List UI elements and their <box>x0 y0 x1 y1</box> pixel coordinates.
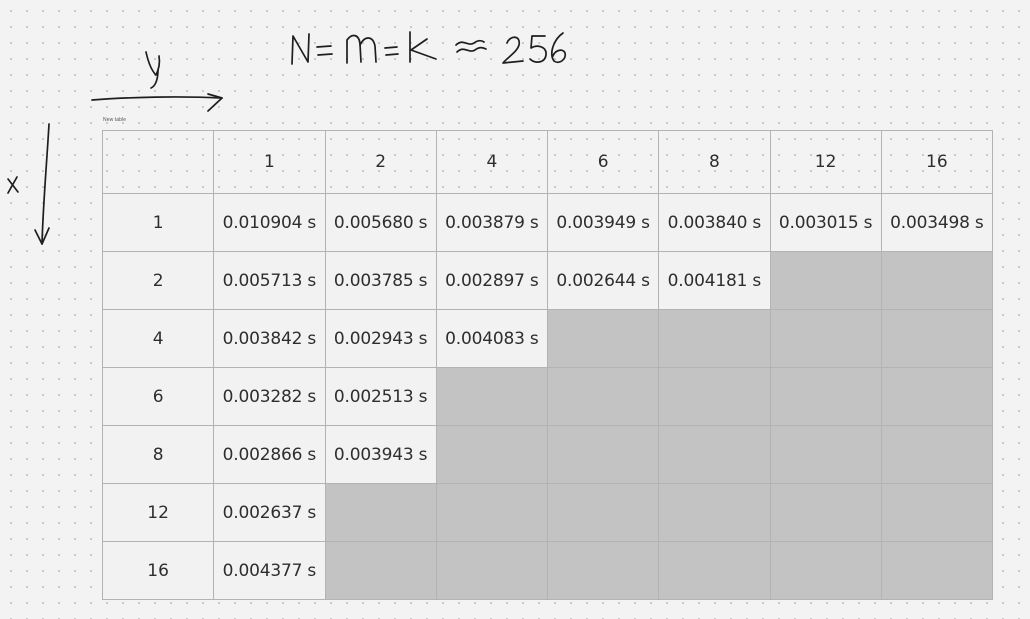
empty-cell[interactable] <box>880 251 994 310</box>
empty-cell[interactable] <box>880 367 994 426</box>
header-cell[interactable]: 1 <box>213 130 326 194</box>
empty-cell[interactable] <box>880 541 994 600</box>
empty-cell[interactable] <box>658 425 771 484</box>
value-cell[interactable]: 0.003842 s <box>213 309 326 368</box>
value-cell[interactable]: 0.003943 s <box>324 425 437 484</box>
empty-cell[interactable] <box>658 541 771 600</box>
empty-cell[interactable] <box>546 425 660 484</box>
value-cell[interactable]: 0.003949 s <box>546 193 660 252</box>
row-label-cell[interactable]: 2 <box>101 251 215 310</box>
empty-cell[interactable] <box>435 541 549 600</box>
empty-cell[interactable] <box>880 425 994 484</box>
timing-table[interactable]: 1 2 4 6 8 12 16 1 0.010904 s 0.005680 s 0.0… <box>101 130 994 600</box>
row-label-cell[interactable]: 12 <box>101 483 215 542</box>
table-row: 1 0.010904 s 0.005680 s 0.003879 s 0.003949 … <box>101 193 994 252</box>
empty-cell[interactable] <box>769 483 882 542</box>
value-cell[interactable]: 0.003785 s <box>324 251 437 310</box>
value-cell[interactable]: 0.002644 s <box>546 251 660 310</box>
value-cell[interactable]: 0.002943 s <box>324 309 437 368</box>
value-cell[interactable]: 0.002866 s <box>213 425 326 484</box>
row-label-cell[interactable]: 16 <box>101 541 215 600</box>
value-cell[interactable]: 0.005713 s <box>213 251 326 310</box>
table-row: 2 0.005713 s 0.003785 s 0.002897 s 0.002644 … <box>101 251 994 310</box>
empty-cell[interactable] <box>658 367 771 426</box>
value-cell[interactable]: 0.005680 s <box>324 193 437 252</box>
empty-cell[interactable] <box>769 309 882 368</box>
empty-cell[interactable] <box>769 367 882 426</box>
value-cell[interactable]: 0.002637 s <box>213 483 326 542</box>
value-cell[interactable]: 0.003498 s <box>880 193 994 252</box>
value-cell[interactable]: 0.002513 s <box>324 367 437 426</box>
empty-cell[interactable] <box>769 541 882 600</box>
empty-cell[interactable] <box>658 483 771 542</box>
table-row: 16 0.004377 s <box>101 541 994 600</box>
value-cell[interactable]: 0.004377 s <box>213 541 326 600</box>
value-cell[interactable]: 0.010904 s <box>213 193 326 252</box>
value-cell[interactable]: 0.002897 s <box>435 251 549 310</box>
empty-cell[interactable] <box>546 483 660 542</box>
value-cell[interactable]: 0.003879 s <box>435 193 549 252</box>
header-cell[interactable]: 12 <box>769 130 882 194</box>
value-cell[interactable]: 0.003282 s <box>213 367 326 426</box>
value-cell[interactable]: 0.003015 s <box>769 193 882 252</box>
y-axis-arrow[interactable] <box>91 51 223 112</box>
row-label-cell[interactable]: 1 <box>101 193 215 252</box>
header-cell[interactable]: 2 <box>324 130 437 194</box>
empty-cell[interactable] <box>546 541 660 600</box>
empty-cell[interactable] <box>546 309 660 368</box>
table-row: 8 0.002866 s 0.003943 s <box>101 425 994 484</box>
empty-cell[interactable] <box>880 309 994 368</box>
table-row: 12 0.002637 s <box>101 483 994 542</box>
empty-cell[interactable] <box>324 483 437 542</box>
handwritten-formula[interactable] <box>291 31 567 65</box>
value-cell[interactable]: 0.003840 s <box>658 193 771 252</box>
table-row: 4 0.003842 s 0.002943 s 0.004083 s <box>101 309 994 368</box>
table-title[interactable]: New table <box>103 117 126 123</box>
empty-cell[interactable] <box>435 483 549 542</box>
row-label-cell[interactable]: 8 <box>101 425 215 484</box>
header-cell[interactable]: 8 <box>658 130 771 194</box>
empty-cell[interactable] <box>435 425 549 484</box>
header-cell[interactable]: 6 <box>546 130 660 194</box>
value-cell[interactable]: 0.004181 s <box>658 251 771 310</box>
empty-cell[interactable] <box>769 425 882 484</box>
empty-cell[interactable] <box>435 367 549 426</box>
table-row: 6 0.003282 s 0.002513 s <box>101 367 994 426</box>
header-cell[interactable]: 16 <box>880 130 994 194</box>
x-axis-arrow[interactable] <box>7 123 50 245</box>
empty-cell[interactable] <box>546 367 660 426</box>
table-header-row: 1 2 4 6 8 12 16 <box>101 130 994 194</box>
row-label-cell[interactable]: 6 <box>101 367 215 426</box>
empty-cell[interactable] <box>324 541 437 600</box>
header-cell[interactable]: 4 <box>435 130 549 194</box>
row-label-cell[interactable]: 4 <box>101 309 215 368</box>
empty-cell[interactable] <box>880 483 994 542</box>
corner-cell[interactable] <box>101 130 215 194</box>
empty-cell[interactable] <box>769 251 882 310</box>
empty-cell[interactable] <box>658 309 771 368</box>
value-cell[interactable]: 0.004083 s <box>435 309 549 368</box>
